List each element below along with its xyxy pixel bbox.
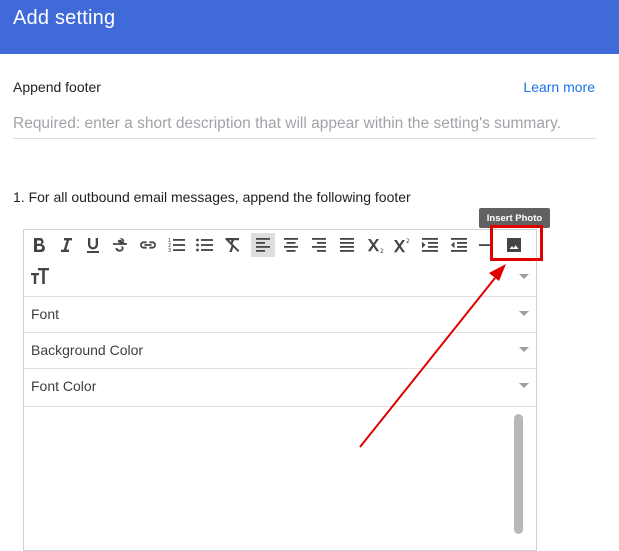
strikethrough-button[interactable] [108, 233, 132, 257]
italic-button[interactable] [54, 233, 78, 257]
align-justify-button[interactable] [335, 233, 359, 257]
italic-icon [61, 238, 72, 252]
font-size-icon [31, 268, 49, 284]
learn-more-link[interactable]: Learn more [523, 79, 595, 95]
outdent-icon [451, 238, 467, 252]
subscript-button[interactable]: 2 [364, 233, 388, 257]
background-color-label: Background Color [31, 342, 144, 358]
superscript-button[interactable]: 2 [390, 233, 414, 257]
underline-icon [87, 238, 99, 253]
bold-button[interactable] [27, 233, 51, 257]
svg-text:2: 2 [380, 248, 384, 254]
numbered-list-icon: 123 [168, 238, 185, 254]
bulleted-list-icon [196, 238, 213, 252]
editor-toolbar: 123 2 2 [24, 230, 536, 260]
dialog-title: Add setting [13, 7, 116, 29]
svg-text:3: 3 [168, 248, 171, 254]
clear-formatting-button[interactable] [221, 233, 245, 257]
numbered-list-button[interactable]: 123 [165, 233, 189, 257]
superscript-icon: 2 [393, 238, 410, 253]
subscript-icon: 2 [367, 239, 384, 254]
font-row[interactable]: Font [24, 296, 536, 332]
chevron-down-icon [519, 347, 529, 352]
footer-editor: 123 2 2 Font Background Color Font Color [23, 229, 537, 551]
insert-photo-button[interactable] [502, 233, 526, 257]
horizontal-rule-button[interactable] [474, 233, 498, 257]
indent-button[interactable] [418, 233, 442, 257]
description-input[interactable] [13, 110, 596, 139]
bulleted-list-button[interactable] [193, 233, 217, 257]
indent-icon [422, 238, 438, 252]
align-center-icon [284, 238, 298, 252]
outdent-button[interactable] [447, 233, 471, 257]
dialog-header: Add setting [0, 0, 619, 54]
chevron-down-icon [519, 274, 529, 279]
link-button[interactable] [136, 233, 160, 257]
font-color-row[interactable]: Font Color [24, 368, 536, 404]
clear-formatting-icon [225, 237, 240, 252]
insert-photo-icon [507, 238, 521, 252]
align-left-icon [256, 238, 270, 252]
chevron-down-icon [519, 311, 529, 316]
setting-name-label: Append footer [13, 79, 101, 95]
font-size-row[interactable] [24, 260, 536, 295]
align-right-icon [312, 238, 326, 252]
align-justify-icon [340, 238, 354, 252]
horizontal-rule-icon [479, 244, 493, 246]
insert-photo-tooltip: Insert Photo [479, 208, 550, 228]
editor-scrollbar[interactable] [514, 414, 523, 534]
align-center-button[interactable] [279, 233, 303, 257]
align-right-button[interactable] [307, 233, 331, 257]
background-color-row[interactable]: Background Color [24, 332, 536, 368]
align-left-button[interactable] [251, 233, 275, 257]
editor-content-area[interactable] [24, 406, 536, 551]
bold-icon [34, 238, 45, 253]
strikethrough-icon [113, 238, 127, 252]
chevron-down-icon [519, 383, 529, 388]
underline-button[interactable] [81, 233, 105, 257]
rule-description: 1. For all outbound email messages, appe… [13, 189, 411, 205]
svg-text:2: 2 [406, 238, 410, 245]
link-icon [140, 241, 156, 249]
font-label: Font [31, 306, 60, 322]
font-color-label: Font Color [31, 378, 97, 394]
